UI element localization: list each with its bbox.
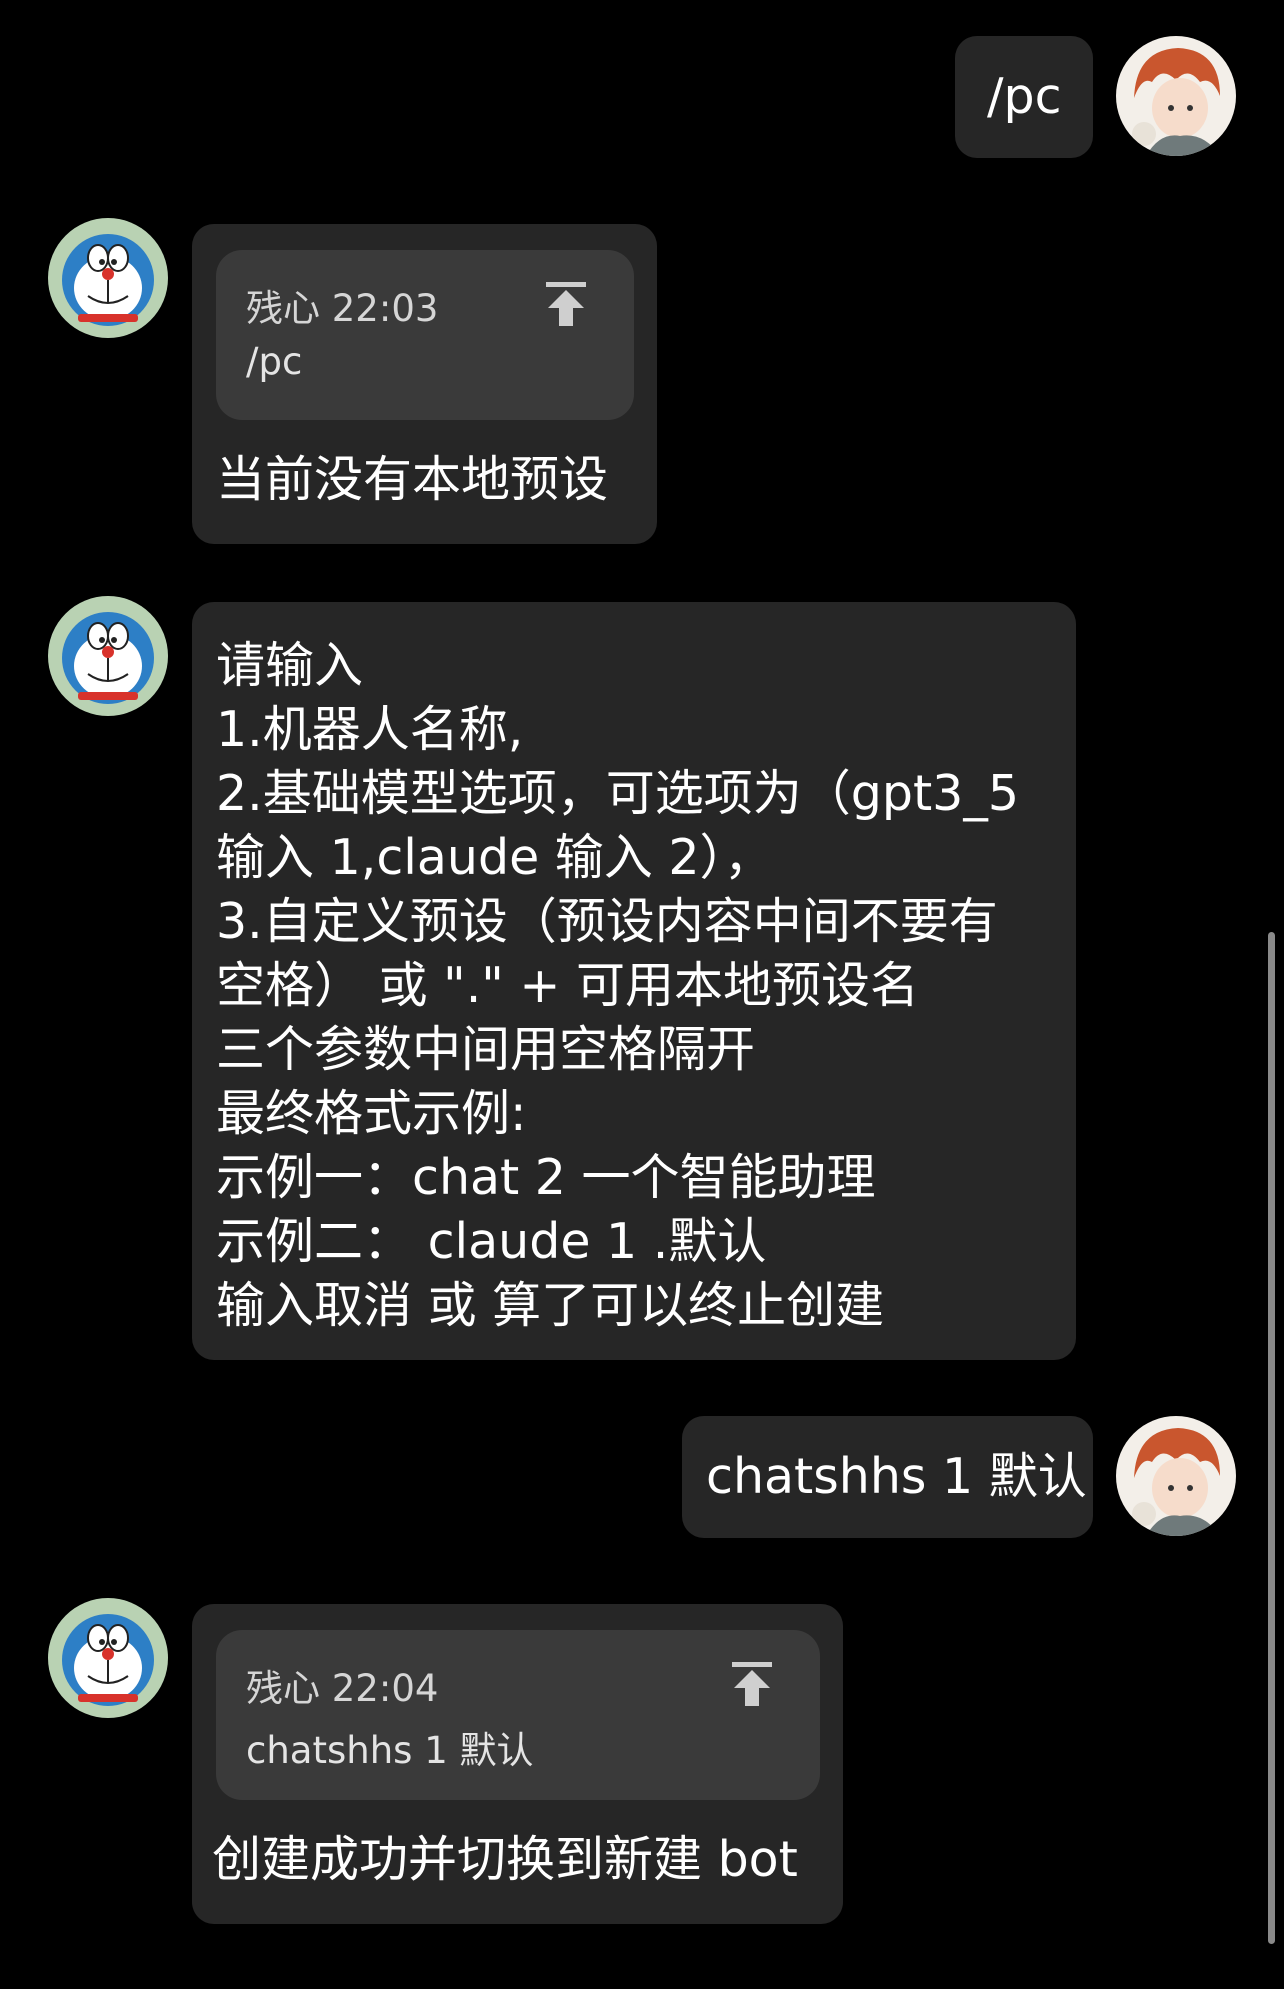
quote-sender: 残心: [246, 287, 320, 330]
quote-time: 22:03: [331, 287, 439, 330]
message-bubble-bot[interactable]: 残心 22:04 chatshhs 1 默认 创建成功并切换到新建 bot: [192, 1604, 843, 1924]
message-line: 示例一：chat 2 一个智能助理: [216, 1149, 876, 1206]
bot-avatar[interactable]: [48, 596, 168, 716]
message-text: 当前没有本地预设: [216, 451, 609, 508]
arrow-to-top-icon[interactable]: [544, 280, 588, 328]
scrollbar[interactable]: [1268, 932, 1275, 1944]
message-line: 最终格式示例:: [216, 1085, 527, 1142]
message-line: 输入 1,claude 输入 2），: [216, 829, 774, 886]
quoted-message[interactable]: 残心 22:03 /pc: [216, 250, 634, 420]
quote-time: 22:04: [331, 1667, 439, 1710]
message-line: 请输入: [216, 637, 364, 694]
message-bubble-user[interactable]: /pc: [955, 36, 1093, 158]
quote-meta: 残心 22:04: [246, 1658, 438, 1712]
quoted-message[interactable]: 残心 22:04 chatshhs 1 默认: [216, 1630, 820, 1800]
user-avatar[interactable]: [1116, 36, 1236, 156]
message-line: 1.机器人名称,: [216, 701, 524, 758]
user-avatar[interactable]: [1116, 1416, 1236, 1536]
quote-text: /pc: [246, 340, 303, 383]
message-line: 空格） 或 "." + 可用本地预设名: [216, 957, 920, 1014]
message-bubble-user[interactable]: chatshhs 1 默认: [682, 1416, 1093, 1538]
bot-avatar[interactable]: [48, 1598, 168, 1718]
quote-meta: 残心 22:03: [246, 278, 438, 332]
message-line: 3.自定义预设（预设内容中间不要有: [216, 893, 998, 950]
message-bubble-bot[interactable]: 请输入 1.机器人名称, 2.基础模型选项，可选项为（gpt3_5 输入 1,c…: [192, 602, 1076, 1360]
message-line: 输入取消 或 算了可以终止创建: [216, 1277, 885, 1334]
message-text: chatshhs 1 默认: [706, 1448, 1087, 1505]
quote-sender: 残心: [246, 1667, 320, 1710]
message-bubble-bot[interactable]: 残心 22:03 /pc 当前没有本地预设: [192, 224, 657, 544]
message-line: 2.基础模型选项，可选项为（gpt3_5: [216, 765, 1020, 822]
message-line: 三个参数中间用空格隔开: [216, 1021, 756, 1078]
bot-avatar[interactable]: [48, 218, 168, 338]
arrow-to-top-icon[interactable]: [730, 1660, 774, 1708]
message-line: 示例二： claude 1 .默认: [216, 1213, 767, 1270]
quote-text: chatshhs 1 默认: [246, 1729, 534, 1772]
message-text: 创建成功并切换到新建 bot: [212, 1831, 798, 1888]
message-text: /pc: [987, 68, 1062, 125]
